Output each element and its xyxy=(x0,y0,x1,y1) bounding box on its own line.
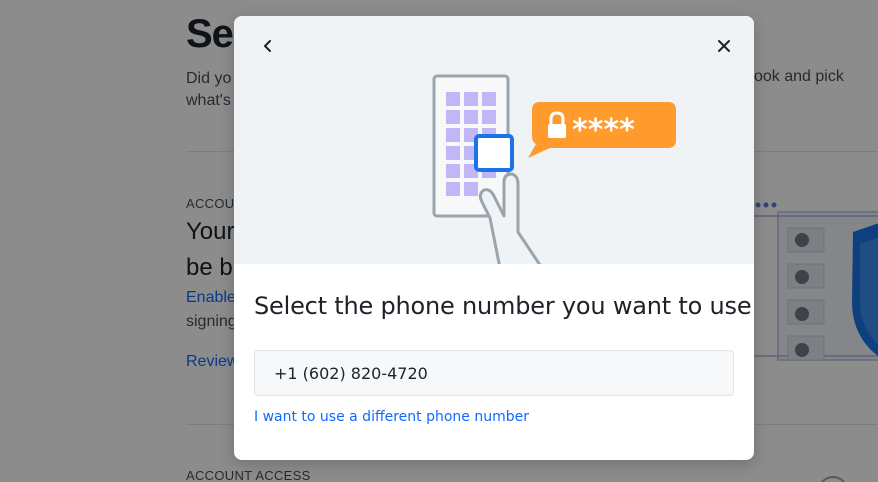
masked-code: **** xyxy=(572,113,635,148)
chevron-left-icon xyxy=(264,40,271,52)
phone-select-dialog: **** Select the phone number you want to… xyxy=(234,16,754,460)
dialog-hero: **** xyxy=(234,16,754,264)
phone-keypad-illustration: **** xyxy=(432,74,676,264)
phone-number-option[interactable]: +1 (602) 820-4720 xyxy=(254,350,734,396)
different-phone-link[interactable]: I want to use a different phone number xyxy=(254,409,529,425)
dialog-title: Select the phone number you want to use xyxy=(254,292,752,320)
back-button[interactable] xyxy=(258,36,278,56)
close-icon xyxy=(718,40,730,52)
close-button[interactable] xyxy=(714,36,734,56)
